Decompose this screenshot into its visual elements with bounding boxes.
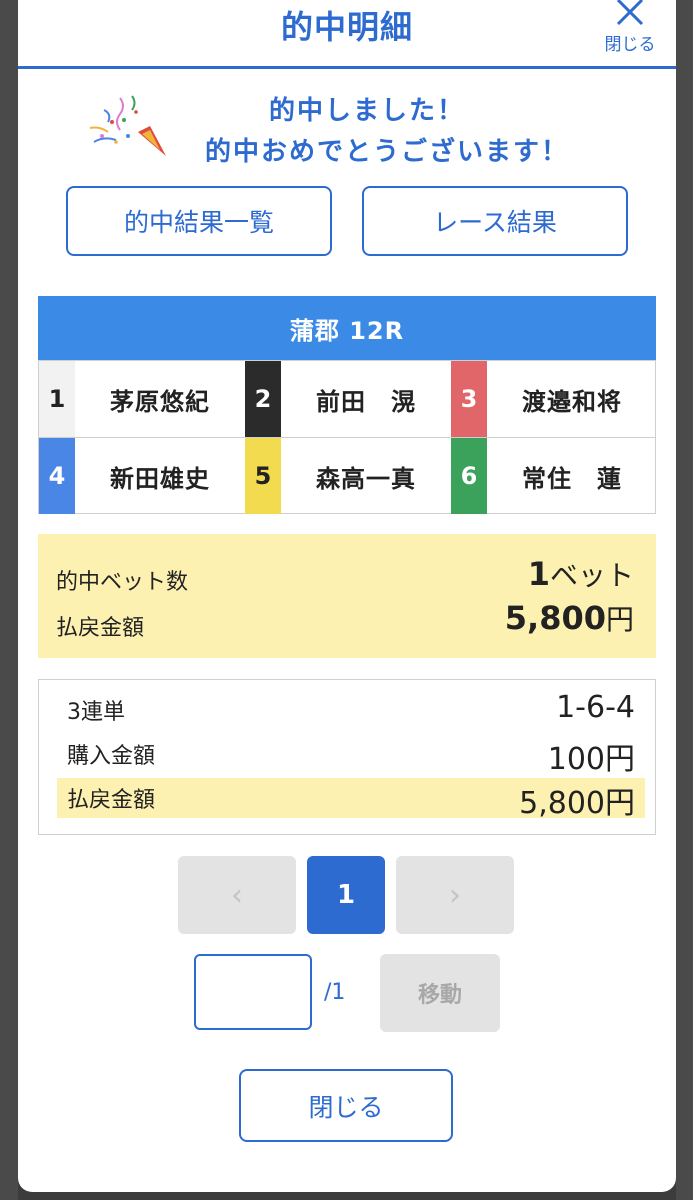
bet-type: 3連単: [67, 700, 125, 725]
racer-table: 1 茅原悠紀 2 前田 滉 3 渡邉和将 4 新田雄史 5 森高一真 6 常住 蓮: [38, 360, 656, 514]
purchase-label: 購入金額: [67, 744, 156, 769]
detail-payout-value: 5,800円: [519, 786, 635, 821]
hit-detail-modal: 的中明細 閉じる 的中しました！ 的中おめでとうございます！ 的中結果一覧 レー…: [18, 0, 676, 1192]
racer-name: 常住 蓮: [522, 464, 622, 493]
close-label: 閉じる: [604, 35, 656, 55]
racer-name: 森高一真: [316, 464, 416, 493]
racer-cell: 3 渡邉和将: [451, 361, 657, 437]
racer-cell: 6 常住 蓮: [451, 438, 657, 514]
close-button-top[interactable]: 閉じる: [602, 0, 658, 56]
racer-name: 新田雄史: [110, 464, 210, 493]
race-title: 蒲郡 12R: [38, 296, 656, 360]
payout-unit: 円: [605, 603, 634, 636]
backdrop-right: [676, 0, 693, 1200]
bets-count: 1: [527, 555, 550, 593]
congrats-line-2: 的中おめでとうございます！: [204, 137, 569, 167]
detail-row-type: 3連単 1-6-4: [57, 690, 645, 730]
racer-name: 前田 滉: [316, 387, 416, 416]
close-icon: [616, 0, 644, 26]
close-button-bottom[interactable]: 閉じる: [239, 1069, 453, 1142]
bet-detail: 3連単 1-6-4 購入金額 100円 払戻金額 5,800円: [38, 679, 656, 835]
hit-results-list-button[interactable]: 的中結果一覧: [66, 186, 332, 256]
race-results-button[interactable]: レース結果: [362, 186, 628, 256]
congrats-line-1: 的中しました！: [268, 96, 465, 126]
prev-page-button[interactable]: ‹: [178, 856, 296, 934]
payout-amount: 5,800: [504, 599, 606, 637]
congrats-message: 的中しました！ 的中おめでとうございます！: [18, 90, 676, 168]
racer-number: 4: [39, 438, 75, 514]
payout-label: 払戻金額: [56, 616, 145, 641]
racer-cell: 5 森高一真: [245, 438, 451, 514]
detail-payout-label: 払戻金額: [67, 788, 156, 813]
backdrop-left: [0, 0, 18, 1200]
racer-number: 5: [245, 438, 281, 514]
racer-number: 1: [39, 361, 75, 437]
payout-value: 5,800円: [505, 598, 634, 638]
page-total: /1: [324, 980, 346, 1005]
racer-name: 渡邉和将: [522, 387, 622, 416]
modal-header: 的中明細 閉じる: [18, 0, 676, 69]
bets-label: 的中ベット数: [56, 570, 189, 595]
detail-row-payout: 払戻金額 5,800円: [57, 778, 645, 821]
racer-cell: 1 茅原悠紀: [39, 361, 245, 437]
page-number-input[interactable]: [194, 954, 312, 1030]
racer-cell: 2 前田 滉: [245, 361, 451, 437]
bets-unit: ベット: [549, 559, 634, 592]
detail-row-purchase: 購入金額 100円: [57, 734, 645, 777]
racer-number: 2: [245, 361, 281, 437]
hit-summary: 的中ベット数 1ベット 払戻金額 5,800円: [38, 534, 656, 658]
current-page[interactable]: 1: [307, 856, 385, 934]
racer-cell: 4 新田雄史: [39, 438, 245, 514]
purchase-value: 100円: [547, 742, 635, 777]
racer-number: 6: [451, 438, 487, 514]
move-button[interactable]: 移動: [380, 954, 500, 1032]
racer-name: 茅原悠紀: [110, 387, 210, 416]
bet-combo: 1-6-4: [556, 690, 635, 725]
modal-title: 的中明細: [280, 8, 413, 46]
bets-value: 1ベット: [528, 554, 634, 594]
racer-number: 3: [451, 361, 487, 437]
next-page-button[interactable]: ›: [396, 856, 514, 934]
